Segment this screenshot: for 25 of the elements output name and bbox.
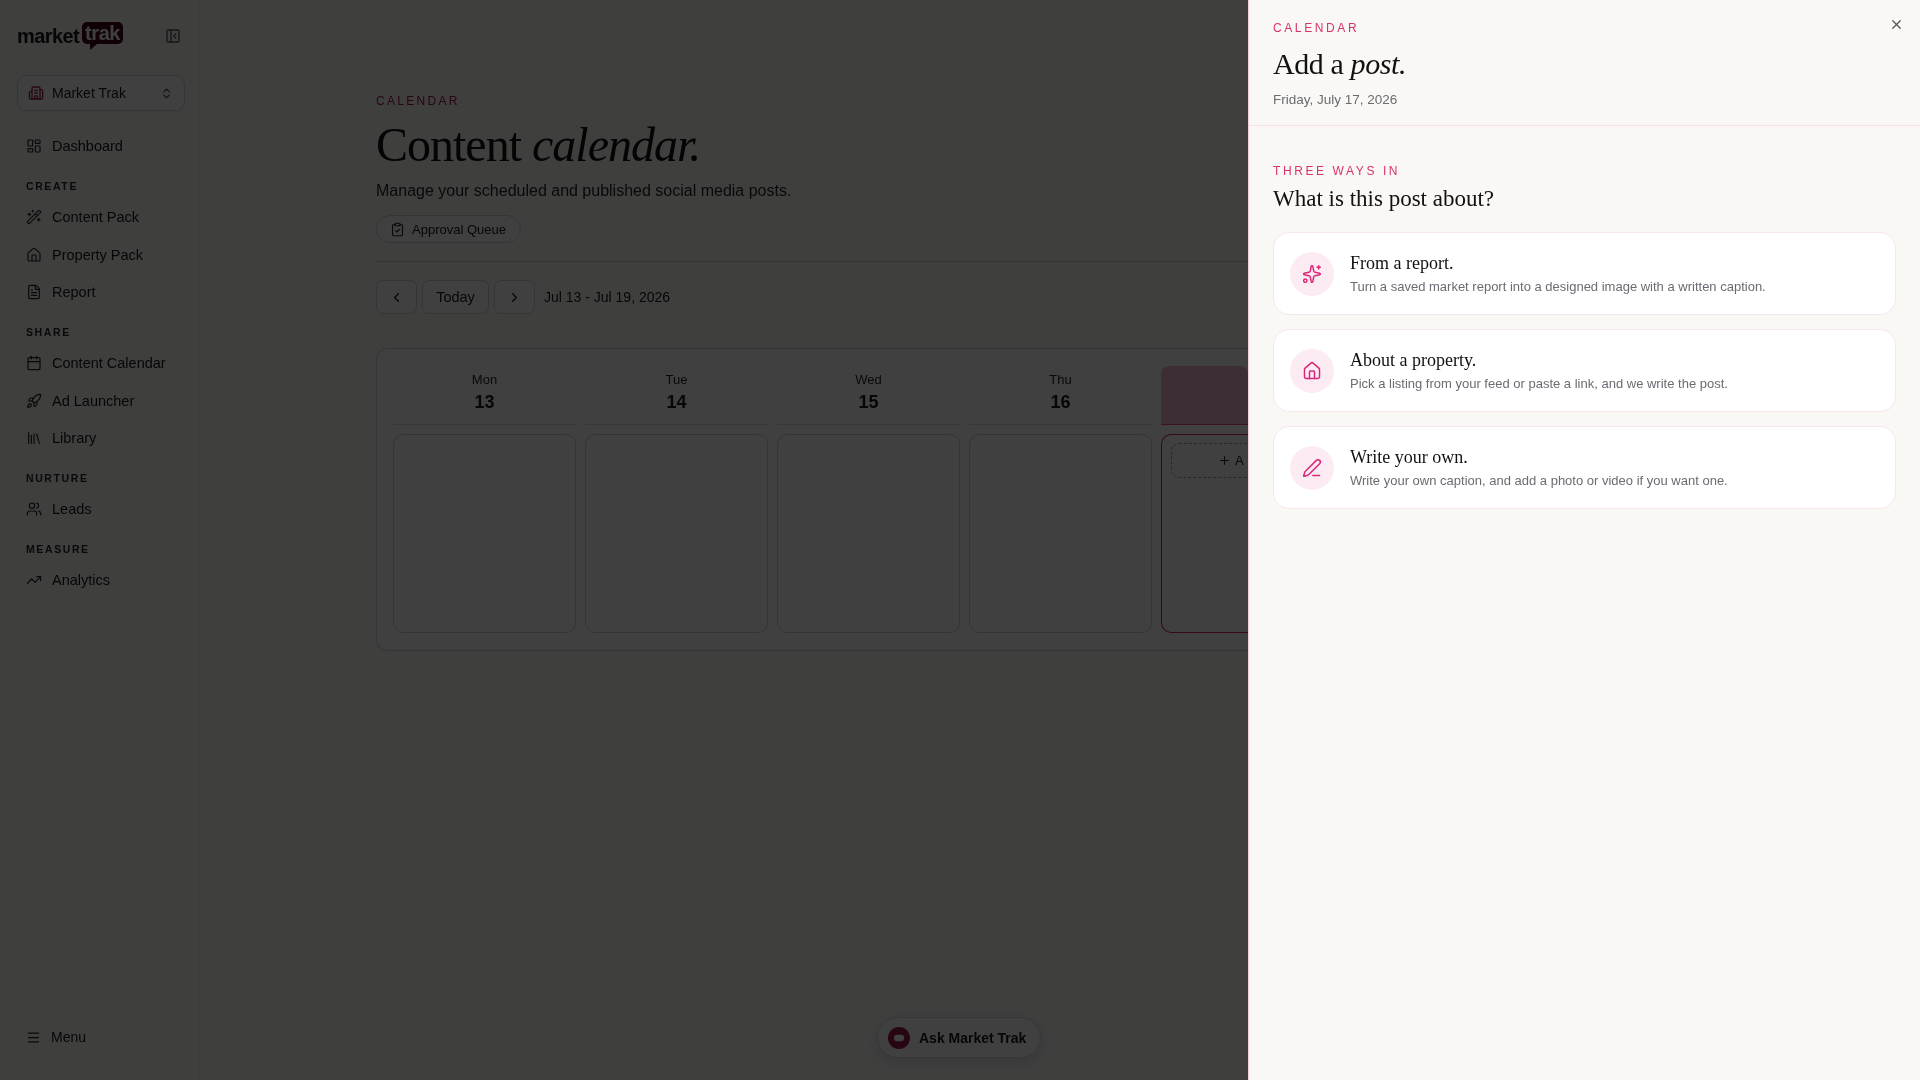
post-option-card[interactable]: From a report. Turn a saved market report into a designed image with a written caption. (1273, 232, 1896, 315)
panel-title: Add a post. (1273, 46, 1407, 82)
day-number: 15 (858, 391, 879, 414)
day-number: 13 (474, 391, 495, 414)
day-number: 14 (666, 391, 687, 414)
pencil-icon (1290, 445, 1334, 490)
logo-wordmark: market (17, 24, 79, 48)
page-title: Content calendar. (376, 117, 701, 173)
house-icon (1290, 348, 1334, 393)
day-number: 16 (1050, 391, 1071, 414)
option-title: Write your own. (1350, 445, 1469, 468)
option-description: Write your own caption, and add a photo or video if you want one. (1350, 471, 1728, 490)
sparkles-icon (1290, 251, 1334, 296)
page-eyebrow: CALENDAR (376, 93, 460, 109)
panel-eyebrow: CALENDAR (1273, 20, 1360, 36)
option-title: About a property. (1350, 348, 1478, 371)
date-range-label: Jul 13 - Jul 19, 2026 (544, 289, 671, 305)
option-description: Turn a saved market report into a designed image with a written caption. (1350, 277, 1766, 296)
post-option-card[interactable]: Write your own. Write your own caption, and add a photo or video if you want one. (1273, 426, 1896, 509)
section-eyebrow: THREE WAYS IN (1273, 163, 1401, 179)
post-option-card[interactable]: About a property. Pick a listing from your feed or paste a link, and we write the post. (1273, 329, 1896, 412)
panel-question: What is this post about? (1273, 185, 1495, 213)
option-title: From a report. (1350, 251, 1455, 274)
option-description: Pick a listing from your feed or paste a link, and we write the post. (1350, 374, 1728, 393)
panel-date: Friday, July 17, 2026 (1273, 91, 1398, 109)
